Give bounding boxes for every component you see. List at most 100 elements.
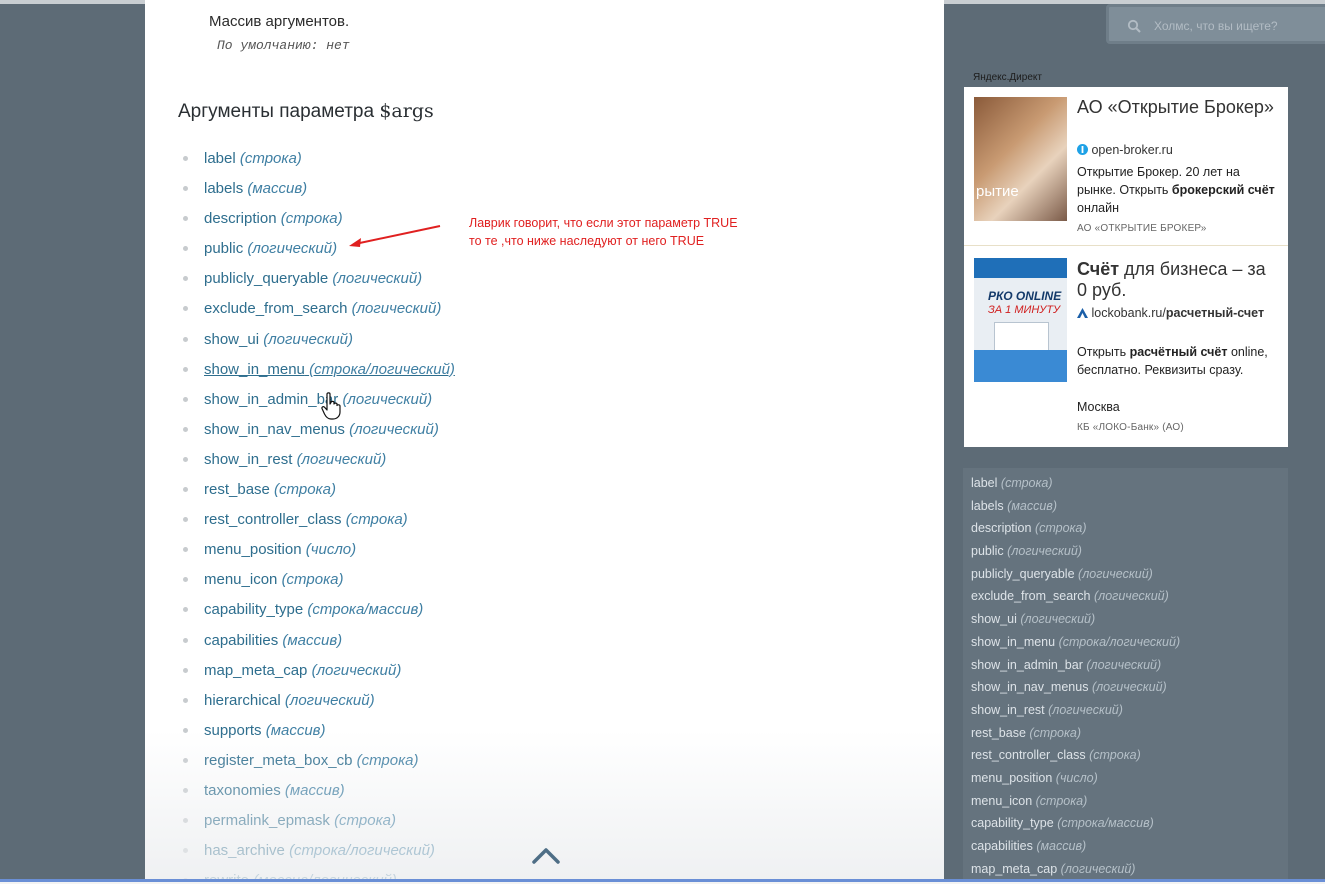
sidebar-param-link[interactable]: rest_controller_class (строка) (971, 744, 1180, 767)
param-list-item: publicly_queryable (логический) (183, 264, 455, 294)
bullet-icon (183, 667, 188, 673)
param-link[interactable]: rest_controller_class (строка) (204, 511, 408, 528)
sidebar-param-link[interactable]: labels (массив) (971, 495, 1180, 518)
param-link[interactable]: description (строка) (204, 210, 343, 227)
ad-image-line2: ЗА 1 МИНУТУ (988, 304, 1061, 316)
sidebar-param-link[interactable]: show_ui (логический) (971, 608, 1180, 631)
bullet-icon (183, 306, 188, 312)
param-link[interactable]: show_in_nav_menus (логический) (204, 421, 439, 438)
param-list-item: supports (массив) (183, 716, 455, 746)
ad-domain-bold: расчетный-счет (1165, 306, 1265, 320)
param-name: exclude_from_search (204, 300, 348, 318)
param-link[interactable]: map_meta_cap (логический) (204, 662, 401, 679)
param-name: map_meta_cap (204, 661, 308, 679)
param-type: (логический) (351, 300, 442, 318)
param-link[interactable]: public (логический) (204, 240, 337, 257)
sidebar-param-link[interactable]: show_in_nav_menus (логический) (971, 676, 1180, 699)
param-list-item: menu_icon (строка) (183, 565, 455, 595)
param-link[interactable]: capability_type (строка/массив) (204, 601, 423, 618)
param-link[interactable]: has_archive (строка/логический) (204, 842, 435, 859)
param-list-item: show_in_menu (строка/логический) (183, 355, 455, 385)
ad-block: рытие АО «Открытие Брокер» open-broker.r… (964, 87, 1288, 447)
ad-text-bold: расчётный счёт (1129, 345, 1228, 359)
param-link[interactable]: label (строка) (204, 150, 302, 167)
bullet-icon (183, 757, 188, 763)
param-link[interactable]: labels (массив) (204, 180, 307, 197)
param-link[interactable]: capabilities (массив) (204, 632, 342, 649)
sidebar-param-link[interactable]: show_in_menu (строка/логический) (971, 631, 1180, 654)
param-name: hierarchical (204, 691, 281, 709)
sidebar-param-link[interactable]: menu_icon (строка) (971, 790, 1180, 813)
sidebar-param-link[interactable]: show_in_rest (логический) (971, 699, 1180, 722)
sidebar-param-link[interactable]: rest_base (строка) (971, 722, 1180, 745)
param-type: (строка) (1029, 725, 1081, 740)
param-list-item: taxonomies (массив) (183, 776, 455, 806)
param-name: labels (204, 180, 244, 198)
param-name: menu_icon (971, 793, 1033, 808)
bullet-icon (183, 848, 188, 854)
param-link[interactable]: show_in_admin_bar (логический) (204, 391, 432, 408)
param-link[interactable]: permalink_epmask (строка) (204, 812, 396, 829)
param-link[interactable]: show_in_menu (строка/логический) (204, 361, 455, 378)
annotation-note: Лаврик говорит, что если этот параметр T… (469, 214, 738, 250)
sidebar-param-link[interactable]: publicly_queryable (логический) (971, 563, 1180, 586)
ad-image[interactable]: рытие (974, 97, 1067, 221)
param-type: (строка/логический) (1058, 634, 1181, 649)
ad-domain[interactable]: lockobank.ru/расчетный-счет (1077, 305, 1277, 321)
monitor-icon (994, 322, 1049, 352)
sidebar-param-link[interactable]: menu_position (число) (971, 767, 1180, 790)
ad-title[interactable]: АО «Открытие Брокер» (1077, 97, 1277, 118)
param-link[interactable]: publicly_queryable (логический) (204, 270, 422, 287)
bullet-icon (183, 276, 188, 282)
param-link[interactable]: show_in_rest (логический) (204, 451, 386, 468)
bullet-icon (183, 216, 188, 222)
param-link[interactable]: hierarchical (логический) (204, 692, 375, 709)
param-name: supports (204, 721, 262, 739)
search-box[interactable]: Холмс, что вы ищете? (1106, 4, 1325, 44)
param-name: show_in_rest (971, 702, 1045, 717)
param-type: (логический) (349, 420, 439, 438)
param-name: exclude_from_search (971, 589, 1091, 604)
param-type: (логический) (284, 691, 375, 709)
param-type: (массив) (282, 631, 343, 649)
bullet-icon (183, 697, 188, 703)
args-param-list: label (строка) labels (массив) description… (183, 144, 455, 880)
sidebar-param-link[interactable]: capability_type (строка/массив) (971, 812, 1180, 835)
scroll-to-top-chevron-icon[interactable] (532, 846, 560, 864)
ad-title[interactable]: Счёт для бизнеса – за 0 руб. (1077, 259, 1277, 301)
ad-open-broker[interactable]: рытие АО «Открытие Брокер» open-broker.r… (964, 87, 1288, 246)
param-type: (строка) (274, 481, 336, 499)
param-link[interactable]: rest_base (строка) (204, 481, 336, 498)
bullet-icon (183, 426, 188, 432)
sidebar-param-link[interactable]: show_in_admin_bar (логический) (971, 654, 1180, 677)
annotation-line-2: то те ,что ниже наследуют от него TRUE (469, 234, 705, 248)
sidebar-param-link[interactable]: exclude_from_search (логический) (971, 585, 1180, 608)
ad-image-band (974, 258, 1067, 278)
param-link[interactable]: register_meta_box_cb (строка) (204, 752, 419, 769)
sidebar-param-link[interactable]: description (строка) (971, 517, 1180, 540)
param-type: (строка) (1034, 521, 1087, 536)
param-link[interactable]: menu_position (число) (204, 541, 356, 558)
param-list-item: rest_base (строка) (183, 475, 455, 505)
param-type: (строка) (1035, 793, 1088, 808)
param-link[interactable]: exclude_from_search (логический) (204, 300, 441, 317)
sidebar-param-link[interactable]: label (строка) (971, 472, 1180, 495)
param-link[interactable]: supports (массив) (204, 722, 326, 739)
param-name: show_in_menu (971, 634, 1056, 649)
param-list-item: show_in_rest (логический) (183, 445, 455, 475)
param-type: (строка) (345, 511, 408, 529)
param-link[interactable]: menu_icon (строка) (204, 571, 344, 588)
ad-domain[interactable]: open-broker.ru (1077, 143, 1173, 157)
ad-image[interactable]: РКО ONLINE ЗА 1 МИНУТУ (974, 258, 1067, 382)
param-type: (массив) (284, 781, 345, 799)
ad-lockobank[interactable]: РКО ONLINE ЗА 1 МИНУТУ Счёт для бизнеса … (964, 246, 1288, 446)
param-name: capabilities (971, 839, 1033, 853)
param-type: (логический) (1086, 657, 1162, 672)
param-name: show_in_menu (204, 360, 305, 378)
sidebar-param-link[interactable]: public (логический) (971, 540, 1180, 563)
sidebar-param-link[interactable]: map_meta_cap (логический) (971, 858, 1180, 881)
sidebar-param-link[interactable]: capabilities (массив) (971, 835, 1180, 858)
ad-domain-text: open-broker.ru (1091, 143, 1173, 157)
param-link[interactable]: show_ui (логический) (204, 331, 353, 348)
param-link[interactable]: taxonomies (массив) (204, 782, 345, 799)
